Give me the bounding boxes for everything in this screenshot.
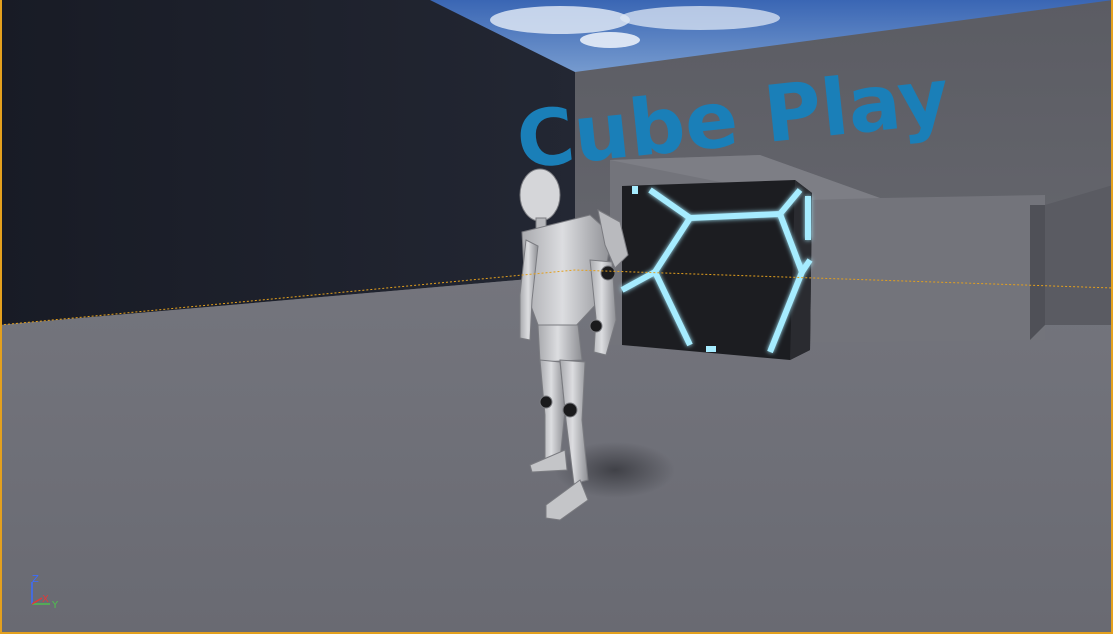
cloud xyxy=(620,6,780,30)
cloud xyxy=(580,32,640,48)
right-block xyxy=(1045,185,1113,325)
axis-z-label: Z xyxy=(32,574,39,585)
glowing-cube[interactable] xyxy=(620,180,813,360)
left-wall xyxy=(0,0,575,325)
axis-gizmo: Z X Y xyxy=(31,574,59,611)
game-scene[interactable]: Cube Play xyxy=(0,0,1113,634)
cloud xyxy=(490,6,630,34)
game-viewport[interactable]: Cube Play Z X Y xyxy=(0,0,1113,634)
right-block-side xyxy=(1030,205,1045,340)
axis-y-label: Y xyxy=(51,600,59,611)
axis-x-label: X xyxy=(42,594,49,605)
